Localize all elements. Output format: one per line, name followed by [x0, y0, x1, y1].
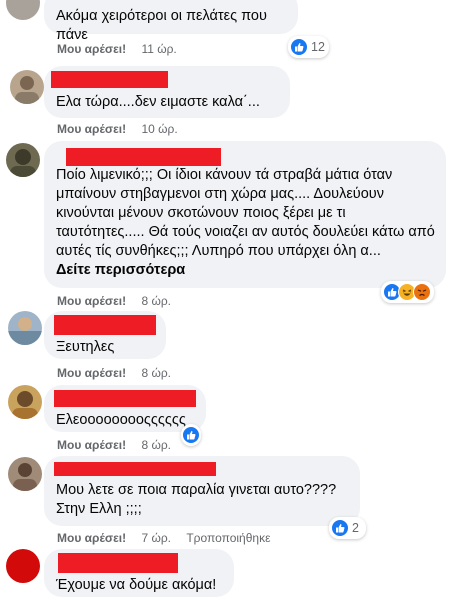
comment-actions: Μου αρέσει! 10 ώρ.: [57, 122, 178, 136]
timestamp[interactable]: 7 ώρ.: [141, 531, 171, 545]
timestamp[interactable]: 8 ώρ.: [141, 366, 171, 380]
avatar[interactable]: [8, 311, 42, 345]
comment-bubble: Ακόμα χειρότεροι οι πελάτες που πάνε: [44, 0, 298, 43]
comment-actions: Μου αρέσει! 8 ώρ.: [57, 438, 171, 452]
avatar[interactable]: [6, 0, 40, 20]
reaction-count: 2: [352, 521, 359, 535]
comment-bubble: Μου λετε σε ποια παραλία γινεται αυτο???…: [44, 456, 360, 526]
comment-actions: Μου αρέσει! 11 ώρ.: [57, 42, 177, 56]
avatar[interactable]: [8, 385, 42, 419]
author-name-redacted[interactable]: [54, 315, 156, 335]
like-icon: [290, 38, 308, 56]
like-icon: [182, 426, 200, 444]
like-button[interactable]: Μου αρέσει!: [57, 122, 126, 136]
see-more-link[interactable]: Δείτε περισσότερα: [56, 262, 185, 278]
timestamp[interactable]: 11 ώρ.: [141, 42, 176, 56]
timestamp[interactable]: 10 ώρ.: [141, 122, 177, 136]
avatar[interactable]: [8, 457, 42, 491]
comment-bubble: Έχουμε να δούμε ακόμα!: [44, 549, 234, 597]
avatar[interactable]: [6, 549, 40, 583]
avatar[interactable]: [10, 70, 44, 104]
comment-bubble: Ελεοοοοοοοοςςςςςς: [44, 385, 206, 432]
comment-text: Ελα τώρα....δεν ειμαστε καλα΄...: [56, 94, 260, 110]
reaction-summary[interactable]: [181, 424, 201, 446]
author-name-redacted[interactable]: [51, 71, 168, 88]
like-button[interactable]: Μου αρέσει!: [57, 366, 126, 380]
timestamp[interactable]: 8 ώρ.: [141, 294, 171, 308]
like-button[interactable]: Μου αρέσει!: [57, 531, 126, 545]
like-button[interactable]: Μου αρέσει!: [57, 294, 126, 308]
edited-label[interactable]: Τροποποιήθηκε: [186, 531, 270, 545]
reaction-count: 12: [311, 40, 325, 54]
comment-text: Ακόμα χειρότεροι οι πελάτες που πάνε: [56, 8, 267, 43]
like-button[interactable]: Μου αρέσει!: [57, 42, 126, 56]
reaction-summary[interactable]: [381, 281, 434, 303]
angry-icon: [413, 283, 431, 301]
comment-actions: Μου αρέσει! 7 ώρ. Τροποποιήθηκε: [57, 531, 270, 545]
comment-text: Ξευτηλες: [56, 339, 115, 355]
comment-bubble: Ποίο λιμενικό;;; Οι ίδιοι κάνουν τά στρα…: [44, 141, 446, 288]
author-name-redacted[interactable]: [54, 462, 216, 476]
comment-text: Ελεοοοοοοοοςςςςςς: [56, 412, 186, 428]
author-name-redacted[interactable]: [54, 390, 196, 407]
comment-bubble: Ξευτηλες: [44, 311, 166, 359]
like-button[interactable]: Μου αρέσει!: [57, 438, 126, 452]
comment-actions: Μου αρέσει! 8 ώρ.: [57, 366, 171, 380]
reaction-summary[interactable]: 2: [329, 517, 366, 539]
author-name-redacted[interactable]: [58, 553, 178, 573]
comment-text: Έχουμε να δούμε ακόμα!: [56, 577, 217, 593]
comment-text: Ποίο λιμενικό;;; Οι ίδιοι κάνουν τά στρα…: [56, 167, 435, 259]
timestamp[interactable]: 8 ώρ.: [141, 438, 171, 452]
like-icon: [331, 519, 349, 537]
avatar[interactable]: [6, 143, 40, 177]
author-name-redacted[interactable]: [66, 148, 221, 166]
reaction-summary[interactable]: 12: [288, 36, 329, 58]
comment-actions: Μου αρέσει! 8 ώρ.: [57, 294, 171, 308]
comment-bubble: Ελα τώρα....δεν ειμαστε καλα΄...: [44, 66, 290, 118]
comment-text: Μου λετε σε ποια παραλία γινεται αυτο???…: [56, 482, 337, 517]
